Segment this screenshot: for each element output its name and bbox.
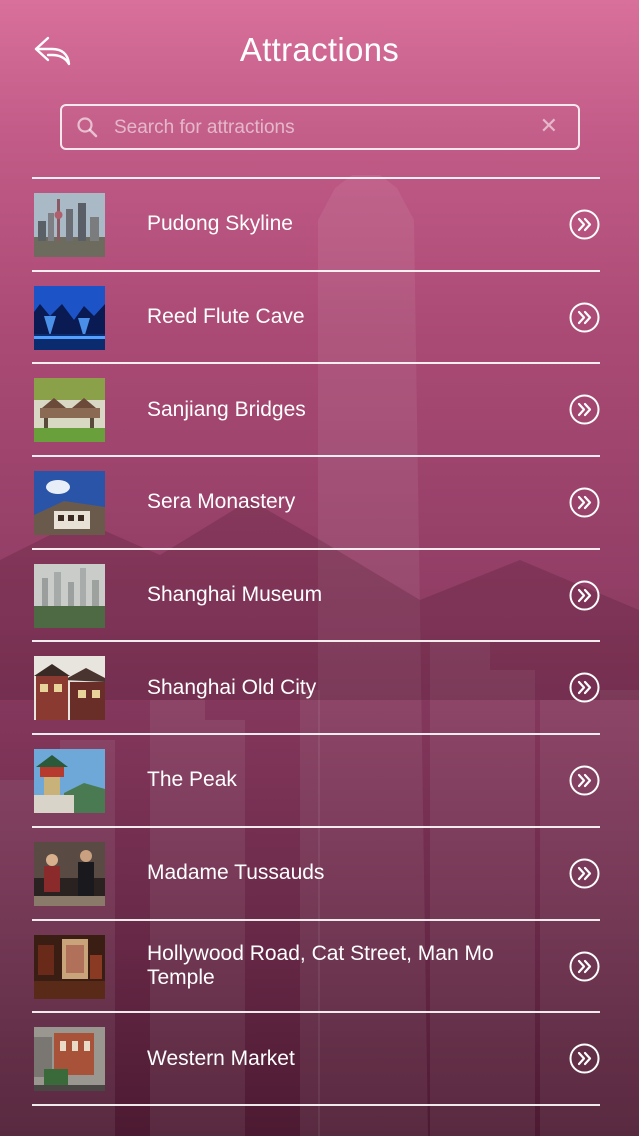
- double-chevron-right-circle-icon[interactable]: [569, 951, 600, 982]
- list-item-label: Shanghai Museum: [147, 583, 323, 607]
- double-chevron-right-circle-icon[interactable]: [569, 487, 600, 518]
- thumbnail-shanghai-old-city: [34, 656, 105, 721]
- thumbnail-hollywood-road: [34, 934, 105, 999]
- attractions-list: Pudong Skyline Reed Flute Cave Sanjiang …: [32, 177, 600, 1106]
- double-chevron-right-circle-icon[interactable]: [569, 1043, 600, 1074]
- thumbnail-the-peak: [34, 749, 105, 814]
- thumbnail-sera-monastery: [34, 471, 105, 536]
- list-item-label: Sera Monastery: [147, 490, 296, 514]
- search-input[interactable]: [112, 106, 536, 150]
- double-chevron-right-circle-icon[interactable]: [569, 858, 600, 889]
- list-item-label: The Peak: [147, 768, 237, 792]
- list-item[interactable]: Reed Flute Cave: [32, 272, 600, 363]
- list-item-label: Western Market: [147, 1046, 295, 1070]
- list-item[interactable]: Sera Monastery: [32, 457, 600, 548]
- thumbnail-shanghai-museum: [34, 563, 105, 628]
- clear-icon[interactable]: ✕: [540, 115, 558, 137]
- search-icon: [77, 117, 98, 138]
- list-item[interactable]: Hollywood Road, Cat Street, Man Mo Templ…: [32, 921, 600, 1012]
- divider: [32, 1103, 600, 1106]
- thumbnail-reed-flute-cave: [34, 285, 105, 350]
- double-chevron-right-circle-icon[interactable]: [569, 302, 600, 333]
- list-item-label: Reed Flute Cave: [147, 305, 305, 329]
- list-item[interactable]: Western Market: [32, 1013, 600, 1104]
- list-item-label: Sanjiang Bridges: [147, 397, 306, 421]
- search-bar: ✕: [60, 104, 580, 150]
- list-item[interactable]: Pudong Skyline: [32, 179, 600, 270]
- list-item-label: Pudong Skyline: [147, 212, 293, 236]
- list-item[interactable]: Shanghai Museum: [32, 550, 600, 641]
- page-title: Attractions: [239, 31, 400, 68]
- list-item[interactable]: The Peak: [32, 735, 600, 826]
- list-item[interactable]: Madame Tussauds: [32, 828, 600, 919]
- double-chevron-right-circle-icon[interactable]: [569, 672, 600, 703]
- thumbnail-madame-tussauds: [34, 841, 105, 906]
- list-item-label: Shanghai Old City: [147, 675, 317, 699]
- list-item-label: Hollywood Road, Cat Street, Man Mo Templ…: [147, 941, 494, 989]
- thumbnail-western-market: [34, 1027, 105, 1092]
- thumbnail-pudong-skyline: [34, 193, 105, 257]
- list-item-label: Madame Tussauds: [147, 861, 325, 885]
- double-chevron-right-circle-icon[interactable]: [569, 209, 600, 240]
- thumbnail-sanjiang-bridges: [34, 378, 105, 443]
- list-item[interactable]: Shanghai Old City: [32, 642, 600, 733]
- header-bar: Attractions: [0, 0, 639, 100]
- list-item[interactable]: Sanjiang Bridges: [32, 364, 600, 455]
- double-chevron-right-circle-icon[interactable]: [569, 394, 600, 425]
- double-chevron-right-circle-icon[interactable]: [569, 580, 600, 611]
- double-chevron-right-circle-icon[interactable]: [569, 765, 600, 796]
